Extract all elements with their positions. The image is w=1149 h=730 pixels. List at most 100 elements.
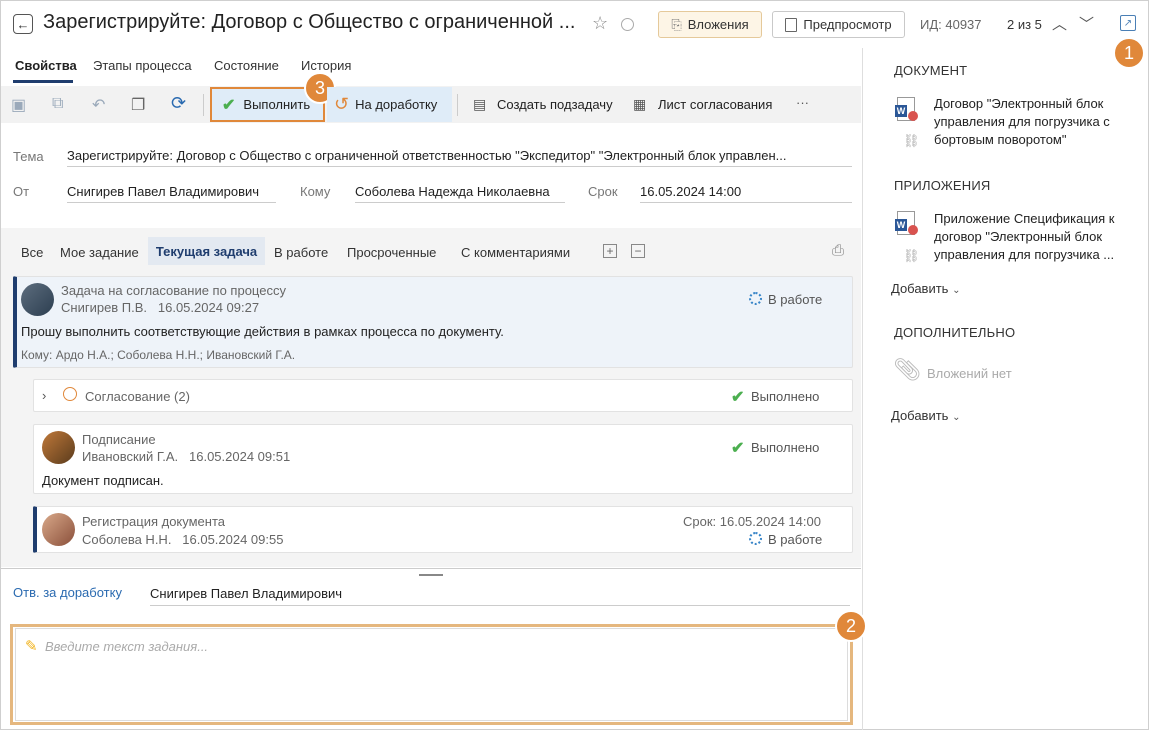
toolbar-divider bbox=[457, 94, 458, 116]
status-badge: В работе bbox=[768, 292, 823, 307]
word-document-icon: W bbox=[895, 97, 918, 123]
task-text: Прошу выполнить соответствующие действия… bbox=[21, 324, 504, 339]
chevron-down-icon[interactable]: ﹀ bbox=[1079, 13, 1094, 34]
tab-properties[interactable]: Свойства bbox=[15, 58, 77, 73]
callout-badge-2: 2 bbox=[835, 610, 867, 642]
document-section-header: ДОКУМЕНТ bbox=[894, 63, 968, 78]
in-progress-icon bbox=[749, 532, 762, 548]
to-field[interactable]: Соболева Надежда Николаевна bbox=[355, 184, 565, 203]
feed-tab-all[interactable]: Все bbox=[21, 245, 43, 260]
tab-process-stages[interactable]: Этапы процесса bbox=[93, 58, 192, 73]
registration-due: Срок: 16.05.2024 14:00 bbox=[683, 514, 821, 529]
check-icon: ✔ bbox=[222, 96, 236, 114]
link-icon[interactable]: ⛓ bbox=[903, 133, 920, 149]
paperclip-icon: ⎘ bbox=[671, 16, 682, 32]
rework-label: На доработку bbox=[355, 97, 438, 112]
feed-tab-my-task[interactable]: Мое задание bbox=[60, 245, 139, 260]
chevron-up-icon[interactable]: ︿ bbox=[1052, 13, 1067, 34]
status-badge: Выполнено bbox=[751, 389, 820, 404]
clock-icon bbox=[63, 387, 77, 401]
in-progress-icon bbox=[749, 292, 762, 308]
feed-tab-overdue[interactable]: Просроченные bbox=[347, 245, 436, 260]
extra-section-header: ДОПОЛНИТЕЛЬНО bbox=[894, 325, 1016, 340]
approval-title: Согласование (2) bbox=[85, 389, 190, 404]
chevron-right-icon[interactable]: › bbox=[42, 388, 46, 403]
star-icon[interactable]: ☆ bbox=[592, 13, 608, 34]
back-icon[interactable]: ← bbox=[13, 14, 33, 34]
resize-handle[interactable] bbox=[419, 574, 443, 576]
approval-sheet-icon: ▦ bbox=[633, 96, 647, 112]
pager-label: 2 из 5 bbox=[1007, 17, 1042, 32]
check-icon: ✔ bbox=[731, 389, 745, 406]
undo-icon[interactable]: ↶ bbox=[92, 95, 105, 115]
due-field[interactable]: 16.05.2024 14:00 bbox=[640, 184, 852, 203]
avatar bbox=[42, 513, 75, 546]
add-extra-button[interactable]: Добавить ⌄ bbox=[891, 408, 960, 423]
check-icon: ✔ bbox=[731, 440, 745, 457]
pencil-icon: ✎ bbox=[25, 638, 38, 655]
toolbar-divider bbox=[203, 94, 204, 116]
print-icon[interactable]: ⎙ bbox=[832, 242, 844, 259]
to-label: Кому bbox=[300, 184, 331, 199]
popout-icon[interactable]: ↗ bbox=[1120, 15, 1136, 31]
task-author: Снигирев П.В. 16.05.2024 09:27 bbox=[61, 300, 260, 315]
signing-text: Документ подписан. bbox=[42, 473, 164, 488]
splitter-line bbox=[1, 568, 861, 569]
rework-icon: ↺ bbox=[334, 94, 350, 114]
save-icon[interactable]: ▣ bbox=[11, 95, 26, 115]
avatar bbox=[42, 431, 75, 464]
signing-title: Подписание bbox=[82, 432, 156, 447]
preview-icon bbox=[785, 17, 798, 32]
task-title: Задача на согласование по процессу bbox=[61, 283, 286, 298]
tab-state[interactable]: Состояние bbox=[214, 58, 279, 73]
rework-button[interactable]: ↺ На доработку bbox=[327, 87, 452, 122]
create-subtask-button[interactable]: Создать подзадачу bbox=[497, 97, 613, 112]
link-icon[interactable]: ⛓ bbox=[903, 248, 920, 264]
registration-title: Регистрация документа bbox=[82, 514, 225, 529]
add-label: Добавить bbox=[891, 408, 949, 423]
subject-label: Тема bbox=[13, 149, 44, 164]
tab-history[interactable]: История bbox=[301, 58, 351, 73]
status-badge: В работе bbox=[768, 532, 823, 547]
due-label: Срок bbox=[588, 184, 618, 199]
save-as-icon[interactable]: ⧉ bbox=[52, 95, 63, 113]
avatar bbox=[21, 283, 54, 316]
page-title: Зарегистрируйте: Договор с Общество с ог… bbox=[43, 11, 576, 33]
collapse-all-icon[interactable]: − bbox=[631, 244, 645, 258]
subtask-icon: ▤ bbox=[473, 96, 487, 112]
expand-all-icon[interactable]: + bbox=[603, 244, 617, 258]
feed-tab-comments[interactable]: С комментариями bbox=[461, 245, 570, 260]
active-tab-indicator bbox=[13, 80, 73, 83]
status-circle-icon[interactable] bbox=[621, 18, 634, 31]
copy-icon[interactable]: ❐ bbox=[131, 95, 145, 115]
feed-tab-in-progress[interactable]: В работе bbox=[274, 245, 328, 260]
feed-tab-current[interactable]: Текущая задача bbox=[148, 237, 265, 265]
document-link[interactable]: Договор "Электронный блок управления для… bbox=[934, 95, 1134, 149]
task-text-placeholder: Введите текст задания... bbox=[45, 639, 209, 654]
registration-author: Соболева Н.Н. 16.05.2024 09:55 bbox=[82, 532, 284, 547]
callout-badge-1: 1 bbox=[1113, 37, 1145, 69]
from-field[interactable]: Снигирев Павел Владимирович bbox=[67, 184, 276, 203]
add-attachment-button[interactable]: Добавить ⌄ bbox=[891, 281, 960, 296]
chevron-down-icon: ⌄ bbox=[952, 285, 961, 296]
more-button[interactable]: ··· bbox=[796, 95, 809, 110]
attachments-button[interactable]: ⎘ Вложения bbox=[658, 11, 762, 38]
approval-sheet-button[interactable]: Лист согласования bbox=[658, 97, 772, 112]
task-recipients: Кому: Ардо Н.А.; Соболева Н.Н.; Ивановск… bbox=[21, 348, 296, 362]
attachments-section-header: ПРИЛОЖЕНИЯ bbox=[894, 178, 991, 193]
rework-responsible-field[interactable]: Снигирев Павел Владимирович bbox=[150, 586, 850, 606]
preview-label: Предпросмотр bbox=[803, 17, 892, 32]
no-attachments-label: Вложений нет bbox=[927, 366, 1012, 381]
attachments-label: Вложения bbox=[687, 17, 749, 32]
add-label: Добавить bbox=[891, 281, 949, 296]
refresh-icon[interactable]: ⟳ bbox=[171, 93, 186, 114]
rework-responsible-label: Отв. за доработку bbox=[13, 585, 122, 600]
subject-field[interactable]: Зарегистрируйте: Договор с Общество с ог… bbox=[67, 148, 852, 167]
id-label: ИД: 40937 bbox=[920, 17, 982, 32]
preview-button[interactable]: Предпросмотр bbox=[772, 11, 905, 38]
status-badge: Выполнено bbox=[751, 440, 820, 455]
signing-author: Ивановский Г.А. 16.05.2024 09:51 bbox=[82, 449, 291, 464]
chevron-down-icon: ⌄ bbox=[952, 412, 961, 423]
attachment-link[interactable]: Приложение Спецификация к договор "Элект… bbox=[934, 210, 1134, 264]
word-document-icon: W bbox=[895, 211, 918, 237]
